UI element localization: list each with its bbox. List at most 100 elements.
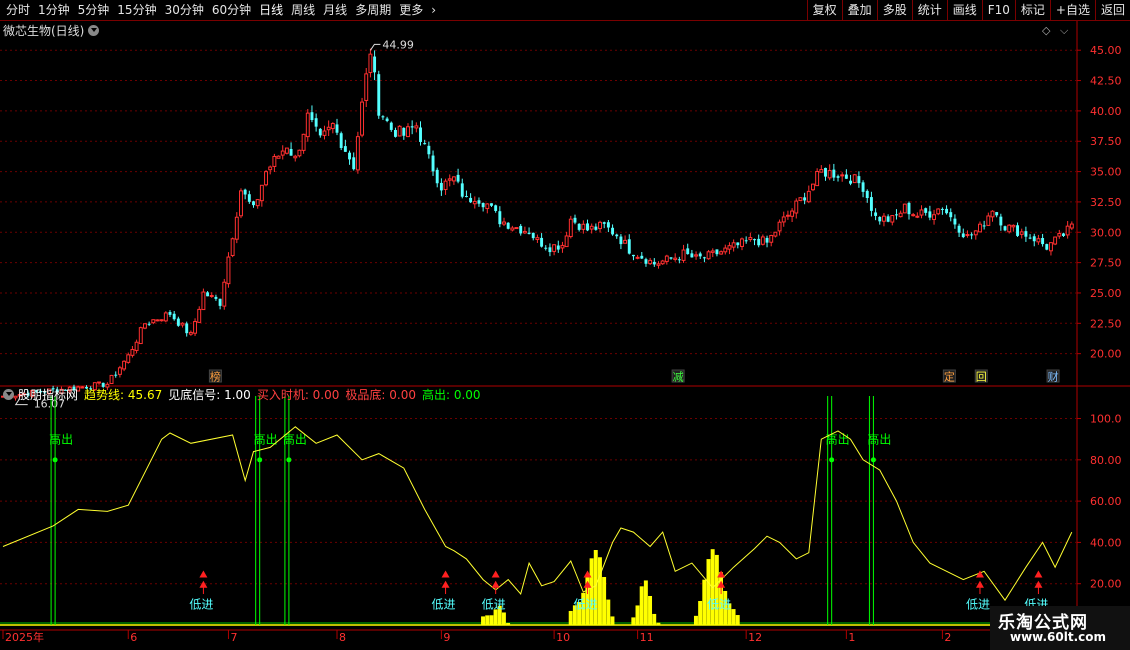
indicator-tick-label: 20.00 <box>1090 578 1122 591</box>
histogram-bar <box>602 577 607 625</box>
more-chevron-icon[interactable]: › <box>427 0 440 20</box>
candle-body <box>573 217 577 223</box>
candle-body <box>264 171 268 186</box>
event-marker-4: 财 <box>1048 370 1059 384</box>
toolbar-button-2[interactable]: 多股 <box>876 0 912 20</box>
candle-body <box>230 238 235 257</box>
toolbar-button-7[interactable]: +自选 <box>1049 0 1095 20</box>
candles-group <box>1 48 1074 401</box>
period-tab-5[interactable]: 60分钟 <box>208 0 255 20</box>
legend-trend: 趋势线: 45.67 <box>84 387 163 402</box>
candle-body <box>627 239 631 254</box>
candle-body <box>364 73 369 101</box>
candle-body <box>531 232 535 239</box>
candle-body <box>552 244 557 252</box>
price-tick-label: 25.00 <box>1090 287 1122 300</box>
histogram-bar <box>648 595 653 625</box>
period-tab-7[interactable]: 周线 <box>287 0 319 20</box>
candle-body <box>381 116 385 118</box>
histogram-bar <box>643 580 648 625</box>
candle-body <box>1019 231 1024 235</box>
candle-body <box>535 237 540 241</box>
toolbar-button-3[interactable]: 统计 <box>911 0 947 20</box>
candle-body <box>769 234 774 243</box>
chevron-down-icon[interactable] <box>3 388 14 400</box>
candle-body <box>640 255 644 259</box>
candle-body <box>322 130 327 136</box>
candle-body <box>915 215 920 218</box>
histogram-bar <box>489 615 494 625</box>
candle-body <box>188 331 193 335</box>
candle-body <box>239 190 243 217</box>
candle-body <box>936 208 941 215</box>
candle-body <box>393 129 397 137</box>
toolbar-button-6[interactable]: 标记 <box>1014 0 1050 20</box>
candle-body <box>748 237 753 241</box>
low-signal-label: 低进 <box>482 597 506 611</box>
period-tab-1[interactable]: 1分钟 <box>34 0 74 20</box>
candle-body <box>284 147 289 154</box>
candle-body <box>348 152 351 160</box>
candle-body <box>606 222 610 228</box>
candle-body <box>1003 226 1007 231</box>
legend-buy-timing: 买入时机: 0.00 <box>256 387 340 402</box>
period-tab-0[interactable]: 分时 <box>2 0 34 20</box>
low-signal-label: 低进 <box>707 597 731 611</box>
period-tab-9[interactable]: 多周期 <box>351 0 395 20</box>
candle-body <box>481 202 485 208</box>
high-signal-dot <box>52 457 58 463</box>
chevron-down-icon[interactable] <box>88 24 100 36</box>
candle-body <box>243 189 247 195</box>
diamond-icon[interactable]: ◇ <box>1042 24 1050 37</box>
candle-body <box>731 242 736 248</box>
chevron-down-icon[interactable]: ⌵ <box>1060 24 1068 37</box>
candle-body <box>368 53 373 74</box>
histogram-bar <box>652 613 657 625</box>
candle-body <box>293 155 298 159</box>
histogram-bar <box>731 609 736 625</box>
candle-body <box>548 247 552 253</box>
high-pointer <box>369 43 381 51</box>
candle-body <box>385 118 389 122</box>
histogram-bar <box>606 599 611 625</box>
candle-body <box>781 216 786 223</box>
candle-body <box>602 222 606 224</box>
chart-title-bar: 微芯生物(日线) <box>3 22 100 38</box>
candle-body <box>790 210 795 217</box>
period-tab-10[interactable]: 更多 <box>395 0 427 20</box>
candle-body <box>1024 231 1028 237</box>
price-tick-label: 22.50 <box>1090 317 1122 330</box>
period-tab-3[interactable]: 15分钟 <box>113 0 160 20</box>
candle-body <box>151 319 156 324</box>
period-toolbar: 分时 1分钟 5分钟 15分钟 30分钟 60分钟 日线 周线 月线 多周期 更多 › 复权 叠加 多股统… <box>0 0 1130 21</box>
stock-chart[interactable]: 45.00 42.50 40.00 37.50 35.00 32.50 30.00 27.50… <box>0 21 1130 650</box>
candle-body <box>648 259 653 265</box>
period-tab-2[interactable]: 5分钟 <box>74 0 114 20</box>
toolbar-button-0[interactable]: 复权 <box>806 0 842 20</box>
price-tick-label: 30.00 <box>1090 226 1122 239</box>
period-tab-8[interactable]: 月线 <box>319 0 351 20</box>
period-tab-4[interactable]: 30分钟 <box>161 0 208 20</box>
candle-body <box>122 360 127 370</box>
candle-body <box>723 247 728 253</box>
candle-body <box>439 182 443 191</box>
candle-body <box>142 323 147 329</box>
legend-high-out: 高出: 0.00 <box>421 387 481 402</box>
price-tick-label: 37.50 <box>1090 135 1122 148</box>
candle-body <box>827 170 832 179</box>
period-tab-6[interactable]: 日线 <box>255 0 287 20</box>
candle-body <box>706 251 711 260</box>
period-tabs: 分时 1分钟 5分钟 15分钟 30分钟 60分钟 日线 周线 月线 多周期 更多 › <box>2 0 440 20</box>
toolbar-button-1[interactable]: 叠加 <box>841 0 877 20</box>
candle-body <box>928 211 932 218</box>
candle-body <box>819 169 824 173</box>
candle-body <box>874 212 878 216</box>
toolbar-button-5[interactable]: F10 <box>981 0 1015 20</box>
candle-body <box>490 203 493 206</box>
toolbar-button-8[interactable]: 返回 <box>1094 0 1130 20</box>
candle-body <box>890 215 895 223</box>
toolbar-button-4[interactable]: 画线 <box>946 0 982 20</box>
candle-body <box>172 313 176 320</box>
candle-body <box>932 214 937 220</box>
candle-body <box>895 214 898 216</box>
